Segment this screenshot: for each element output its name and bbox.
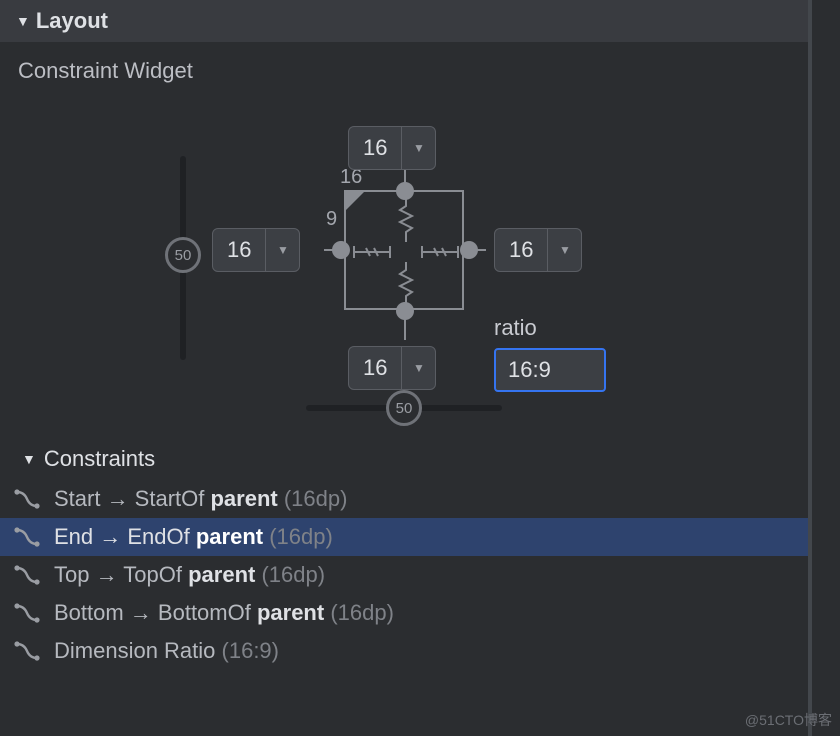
end-constraint-handle[interactable] [460, 241, 478, 259]
constraint-text: Top → TopOf parent (16dp) [54, 562, 325, 588]
constraint-icon [14, 488, 40, 510]
ratio-input-value: 16:9 [508, 357, 551, 383]
watermark: @51CTO博客 [745, 710, 832, 730]
attributes-panel: ▼ Layout Constraint Widget 50 [0, 0, 812, 736]
start-margin-value: 16 [213, 237, 265, 263]
constraint-text: Start → StartOf parent (16dp) [54, 486, 347, 512]
constraint-row[interactable]: Bottom → BottomOf parent (16dp) [0, 594, 808, 632]
constraint-widget-area: 50 16 9 [0, 90, 808, 420]
section-header-layout[interactable]: ▼ Layout [0, 0, 808, 42]
chevron-down-icon: ▼ [547, 229, 581, 271]
chevron-down-icon: ▼ [265, 229, 299, 271]
horizontal-bias-knob[interactable]: 50 [386, 390, 422, 426]
top-margin-value: 16 [349, 135, 401, 161]
constraint-row[interactable]: Start → StartOf parent (16dp) [0, 480, 808, 518]
ratio-label: ratio [494, 315, 537, 341]
spring-icons [346, 192, 466, 312]
end-margin-value: 16 [495, 237, 547, 263]
constraint-row[interactable]: Top → TopOf parent (16dp) [0, 556, 808, 594]
horizontal-bias-value: 50 [396, 400, 413, 417]
chevron-down-icon: ▼ [401, 347, 435, 389]
top-margin-dropdown[interactable]: 16 ▼ [348, 126, 436, 170]
view-box[interactable] [344, 190, 464, 310]
constraint-widget-title: Constraint Widget [0, 42, 808, 90]
constraint-icon [14, 640, 40, 662]
top-constraint-handle[interactable] [396, 182, 414, 200]
collapse-triangle-icon: ▼ [16, 13, 30, 29]
constraint-text: End → EndOf parent (16dp) [54, 524, 333, 550]
start-constraint-handle[interactable] [332, 241, 350, 259]
vertical-bias-knob[interactable]: 50 [165, 237, 201, 273]
constraints-title: Constraints [44, 446, 155, 472]
constraints-sub-header[interactable]: ▼ Constraints [0, 420, 808, 480]
end-margin-dropdown[interactable]: 16 ▼ [494, 228, 582, 272]
constraint-text: Dimension Ratio (16:9) [54, 638, 279, 664]
ratio-input[interactable]: 16:9 [494, 348, 606, 392]
section-title: Layout [36, 8, 108, 34]
constraint-icon [14, 564, 40, 586]
collapse-triangle-icon: ▼ [22, 451, 36, 467]
constraint-icon [14, 526, 40, 548]
ratio-denominator-label: 9 [326, 208, 337, 231]
constraints-list: Start → StartOf parent (16dp) End → EndOf… [0, 480, 808, 670]
vertical-bias-value: 50 [175, 247, 192, 264]
constraint-diagram: 50 16 9 [154, 90, 654, 420]
bottom-constraint-handle[interactable] [396, 302, 414, 320]
bottom-margin-value: 16 [349, 355, 401, 381]
start-margin-dropdown[interactable]: 16 ▼ [212, 228, 300, 272]
bottom-margin-dropdown[interactable]: 16 ▼ [348, 346, 436, 390]
constraint-icon [14, 602, 40, 624]
constraint-text: Bottom → BottomOf parent (16dp) [54, 600, 394, 626]
constraint-row[interactable]: Dimension Ratio (16:9) [0, 632, 808, 670]
constraint-row[interactable]: End → EndOf parent (16dp) [0, 518, 808, 556]
chevron-down-icon: ▼ [401, 127, 435, 169]
